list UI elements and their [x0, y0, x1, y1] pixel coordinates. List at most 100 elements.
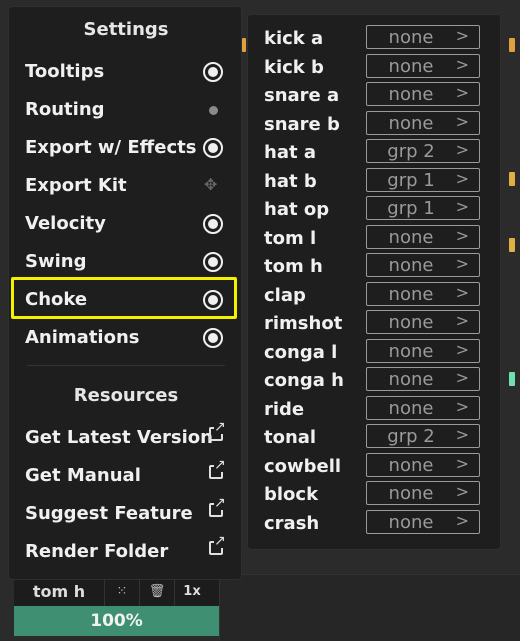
move-icon[interactable]: ✥	[204, 175, 217, 194]
chevron-right-icon: >	[455, 482, 469, 501]
choke-group-select[interactable]: none >	[366, 281, 480, 306]
instrument-name: kick a	[264, 28, 324, 49]
choke-group-value: none	[388, 511, 434, 533]
choke-group-select[interactable]: none >	[366, 224, 480, 249]
toggle-off-icon[interactable]	[209, 106, 218, 115]
chevron-right-icon: >	[455, 311, 469, 330]
choke-groups-panel: kick a none > kick b none > snare a none…	[247, 14, 501, 550]
chevron-right-icon: >	[455, 510, 469, 530]
choke-row: ride none >	[248, 395, 502, 424]
setting-animations[interactable]: Animations	[9, 321, 243, 355]
choke-group-value: none	[388, 283, 434, 305]
resource-get-manual[interactable]: Get Manual	[9, 458, 243, 493]
instrument-name: ride	[264, 398, 305, 420]
chevron-right-icon: >	[455, 197, 469, 216]
toggle-on-icon[interactable]	[203, 252, 223, 272]
settings-panel: Settings Tooltips Routing Export w/ Effe…	[8, 6, 242, 580]
instrument-name: snare a	[264, 85, 340, 106]
choke-group-select[interactable]: none >	[366, 110, 480, 135]
setting-label: Velocity	[25, 213, 106, 234]
resource-render-folder[interactable]: Render Folder	[9, 534, 243, 569]
chevron-right-icon: >	[455, 339, 469, 359]
choke-group-select[interactable]: none >	[366, 338, 480, 363]
choke-group-value: none	[388, 27, 434, 48]
instrument-name: hat b	[264, 170, 317, 192]
choke-group-select[interactable]: grp 1 >	[366, 167, 480, 192]
choke-row: cowbell none >	[248, 452, 502, 481]
choke-group-select[interactable]: none >	[366, 481, 480, 505]
choke-group-select[interactable]: none >	[366, 509, 480, 534]
resource-get-latest-version[interactable]: Get Latest Version	[9, 420, 243, 455]
setting-label: Routing	[25, 99, 105, 120]
choke-group-select[interactable]: grp 2 >	[366, 139, 480, 163]
choke-row: block none >	[248, 481, 502, 509]
choke-group-select[interactable]: none >	[366, 452, 480, 477]
setting-tooltips[interactable]: Tooltips	[9, 55, 243, 89]
instrument-name: hat op	[264, 199, 330, 220]
setting-velocity[interactable]: Velocity	[9, 207, 243, 241]
choke-group-select[interactable]: none >	[366, 253, 480, 277]
resource-suggest-feature[interactable]: Suggest Feature	[9, 496, 243, 531]
choke-row: conga h none >	[248, 367, 502, 395]
setting-label: Export w/ Effects	[25, 137, 197, 158]
choke-group-value: none	[388, 483, 434, 504]
resources-title: Resources	[73, 385, 179, 406]
choke-group-select[interactable]: none >	[366, 367, 480, 391]
chevron-right-icon: >	[455, 26, 469, 45]
choke-group-value: none	[388, 84, 434, 105]
toggle-on-icon[interactable]	[203, 214, 223, 234]
instrument-name: clap	[264, 284, 306, 306]
divider	[27, 365, 225, 366]
track-name: tom h	[32, 581, 86, 601]
instrument-name: tonal	[264, 427, 317, 448]
chevron-right-icon: >	[455, 425, 469, 444]
volume-bar[interactable]: 100%	[14, 606, 219, 636]
setting-choke[interactable]: Choke	[9, 283, 243, 317]
setting-export-kit[interactable]: Export Kit ✥	[9, 169, 243, 203]
choke-row: clap none >	[248, 281, 502, 310]
resource-label: Render Folder	[25, 541, 169, 562]
choke-group-select[interactable]: grp 1 >	[366, 196, 480, 220]
setting-export-effects[interactable]: Export w/ Effects	[9, 131, 243, 165]
chevron-right-icon: >	[455, 168, 469, 188]
setting-routing[interactable]: Routing	[9, 93, 243, 127]
toggle-on-icon[interactable]	[203, 328, 223, 348]
resource-label: Get Manual	[25, 465, 141, 486]
instrument-name: rimshot	[264, 313, 343, 334]
toggle-on-icon[interactable]	[203, 138, 223, 158]
external-link-icon	[209, 420, 226, 441]
chevron-right-icon: >	[455, 254, 469, 273]
choke-row: snare a none >	[248, 82, 502, 110]
choke-group-value: none	[388, 369, 434, 390]
choke-group-value: grp 1	[387, 169, 435, 191]
setting-label: Swing	[25, 251, 87, 272]
choke-row: tonal grp 2 >	[248, 424, 502, 452]
instrument-name: crash	[264, 512, 320, 534]
choke-group-value: none	[388, 255, 434, 276]
choke-group-select[interactable]: none >	[366, 310, 480, 334]
setting-swing[interactable]: Swing	[9, 245, 243, 279]
chevron-right-icon: >	[455, 111, 469, 131]
track-accent	[509, 38, 515, 52]
toggle-on-icon[interactable]	[203, 62, 223, 82]
setting-label: Animations	[25, 327, 140, 348]
choke-group-select[interactable]: none >	[366, 25, 480, 49]
choke-group-select[interactable]: none >	[366, 82, 480, 106]
choke-group-value: none	[388, 340, 434, 362]
external-link-icon	[209, 458, 226, 479]
choke-row: tom h none >	[248, 253, 502, 281]
choke-group-value: none	[388, 112, 434, 134]
chevron-right-icon: >	[455, 282, 469, 302]
resource-label: Suggest Feature	[25, 503, 193, 524]
choke-group-select[interactable]: none >	[366, 53, 480, 78]
toggle-on-icon[interactable]	[203, 290, 223, 310]
choke-group-value: none	[388, 226, 434, 248]
choke-group-value: none	[388, 55, 434, 77]
instrument-name: conga h	[264, 370, 344, 391]
choke-group-value: grp 2	[387, 426, 435, 447]
chevron-right-icon: >	[455, 54, 469, 74]
choke-group-select[interactable]: grp 2 >	[366, 424, 480, 448]
choke-row: rimshot none >	[248, 310, 502, 338]
choke-group-select[interactable]: none >	[366, 395, 480, 420]
track-accent	[509, 238, 515, 252]
